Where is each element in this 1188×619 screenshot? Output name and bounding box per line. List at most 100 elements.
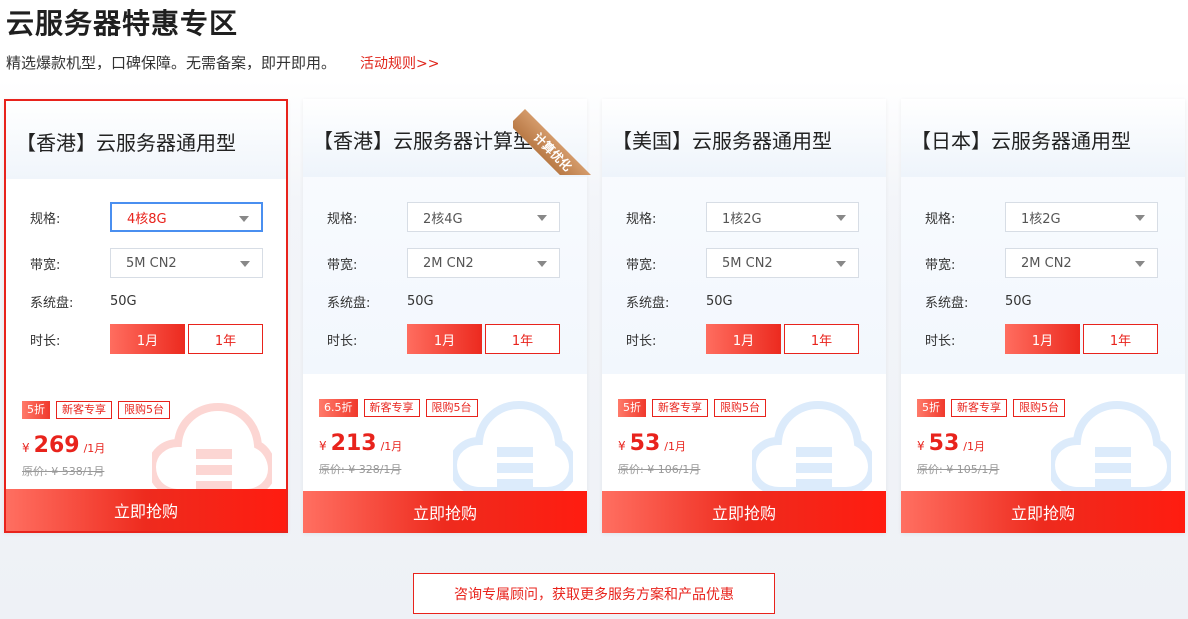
duration-month-button[interactable]: 1月 <box>706 324 781 354</box>
spec-label: 系统盘: <box>327 295 371 311</box>
duration-year-button[interactable]: 1年 <box>784 324 859 354</box>
corner-ribbon: 计算优化 <box>513 95 593 175</box>
spec-row-duration: 时长: 1月 1年 <box>30 324 266 354</box>
subtitle-row: 精选爆款机型，口碑保障。无需备案，即开即用。 活动规则>> <box>6 52 439 73</box>
bandwidth-select[interactable]: 2M CN2 <box>407 248 560 278</box>
card-title: 【日本】云服务器通用型 <box>911 129 1131 153</box>
disk-value: 50G <box>706 293 733 309</box>
bandwidth-value: 5M CN2 <box>126 255 177 271</box>
config-select[interactable]: 4核8G <box>110 202 263 232</box>
promo-tags: 5折 新客专享 限购5台 <box>618 399 766 417</box>
spec-row-disk: 系统盘: 50G <box>30 286 266 316</box>
spec-row-config: 规格: 2核4G <box>327 202 563 232</box>
product-card-hk-compute[interactable]: 【香港】云服务器计算型 计算优化 规格: 2核4G 带宽: 2M CN2 系统盘… <box>303 99 593 533</box>
activity-rules-link[interactable]: 活动规则>> <box>360 53 439 73</box>
price-unit: /1月 <box>83 442 106 455</box>
promo-tags: 5折 新客专享 限购5台 <box>22 401 170 419</box>
spec-row-bandwidth: 带宽: 2M CN2 <box>327 248 563 278</box>
buy-now-button[interactable]: 立即抢购 <box>901 491 1185 533</box>
price-unit: /1月 <box>963 440 985 453</box>
chevron-down-icon <box>1135 261 1145 267</box>
price-unit: /1月 <box>664 440 686 453</box>
page-subtitle: 精选爆款机型，口碑保障。无需备案，即开即用。 <box>6 54 337 72</box>
discount-badge: 5折 <box>618 399 646 417</box>
promo-tags: 5折 新客专享 限购5台 <box>917 399 1065 417</box>
spec-row-config: 规格: 1核2G <box>925 202 1161 232</box>
buy-now-button[interactable]: 立即抢购 <box>6 489 286 531</box>
product-card-hk-general[interactable]: 【香港】云服务器通用型 规格: 4核8G 带宽: 5M CN2 系统盘: 50G… <box>4 99 288 533</box>
new-customer-tag: 新客专享 <box>363 399 420 417</box>
price-amount: 53 <box>928 431 960 456</box>
price-row: ¥ 53 /1月 <box>618 431 686 456</box>
duration-month-button[interactable]: 1月 <box>110 324 185 354</box>
duration-month-button[interactable]: 1月 <box>1005 324 1080 354</box>
spec-label: 带宽: <box>327 257 358 273</box>
spec-label: 规格: <box>327 211 358 227</box>
original-price: 原价: ¥ 106/1月 <box>618 463 701 476</box>
buy-now-button[interactable]: 立即抢购 <box>602 491 886 533</box>
duration-year-button[interactable]: 1年 <box>188 324 263 354</box>
spec-label: 带宽: <box>925 257 956 273</box>
price-amount: 269 <box>33 433 80 458</box>
chevron-down-icon <box>537 215 547 221</box>
spec-row-bandwidth: 带宽: 5M CN2 <box>626 248 862 278</box>
spec-row-disk: 系统盘: 50G <box>626 286 862 316</box>
chevron-down-icon <box>240 261 250 267</box>
original-price: 原价: ¥ 105/1月 <box>917 463 1000 476</box>
spec-label: 规格: <box>925 211 956 227</box>
duration-month-button[interactable]: 1月 <box>407 324 482 354</box>
price-row: ¥ 269 /1月 <box>22 433 105 458</box>
chevron-down-icon <box>836 215 846 221</box>
cloud-server-icon <box>1051 400 1171 491</box>
spec-label: 时长: <box>327 333 358 349</box>
config-value: 1核2G <box>722 211 762 227</box>
config-value: 4核8G <box>127 211 167 227</box>
config-select[interactable]: 1核2G <box>1005 202 1158 232</box>
cloud-server-icon <box>453 400 573 491</box>
spec-label: 规格: <box>30 211 61 227</box>
card-header: 【日本】云服务器通用型 <box>901 99 1185 177</box>
config-value: 1核2G <box>1021 211 1061 227</box>
product-card-jp-general[interactable]: 【日本】云服务器通用型 规格: 1核2G 带宽: 2M CN2 系统盘: 50G… <box>901 99 1185 533</box>
original-price: 原价: ¥ 538/1月 <box>22 465 105 478</box>
spec-row-duration: 时长: 1月 1年 <box>925 324 1161 354</box>
price-amount: 53 <box>629 431 661 456</box>
spec-label: 系统盘: <box>925 295 969 311</box>
spec-row-disk: 系统盘: 50G <box>925 286 1161 316</box>
bandwidth-select[interactable]: 2M CN2 <box>1005 248 1158 278</box>
spec-label: 系统盘: <box>626 295 670 311</box>
spec-row-config: 规格: 1核2G <box>626 202 862 232</box>
config-value: 2核4G <box>423 211 463 227</box>
price-row: ¥ 53 /1月 <box>917 431 985 456</box>
card-title: 【美国】云服务器通用型 <box>612 129 832 153</box>
new-customer-tag: 新客专享 <box>56 401 112 419</box>
currency-symbol: ¥ <box>618 439 626 453</box>
duration-year-button[interactable]: 1年 <box>1083 324 1158 354</box>
spec-row-duration: 时长: 1月 1年 <box>626 324 862 354</box>
currency-symbol: ¥ <box>319 439 327 453</box>
spec-row-bandwidth: 带宽: 5M CN2 <box>30 248 266 278</box>
bandwidth-value: 5M CN2 <box>722 255 773 271</box>
bandwidth-value: 2M CN2 <box>423 255 474 271</box>
duration-year-button[interactable]: 1年 <box>485 324 560 354</box>
card-header: 【美国】云服务器通用型 <box>602 99 886 177</box>
bandwidth-select[interactable]: 5M CN2 <box>706 248 859 278</box>
spec-row-config: 规格: 4核8G <box>30 202 266 232</box>
currency-symbol: ¥ <box>22 441 30 455</box>
disk-value: 50G <box>407 293 434 309</box>
discount-badge: 6.5折 <box>319 399 358 417</box>
consult-advisor-button[interactable]: 咨询专属顾问，获取更多服务方案和产品优惠 <box>413 573 775 614</box>
page-title: 云服务器特惠专区 <box>6 7 239 40</box>
price-amount: 213 <box>330 431 377 456</box>
config-select[interactable]: 2核4G <box>407 202 560 232</box>
product-card-us-general[interactable]: 【美国】云服务器通用型 规格: 1核2G 带宽: 5M CN2 系统盘: 50G… <box>602 99 886 533</box>
bandwidth-select[interactable]: 5M CN2 <box>110 248 263 278</box>
discount-badge: 5折 <box>22 401 50 419</box>
buy-now-button[interactable]: 立即抢购 <box>303 491 587 533</box>
card-header: 【香港】云服务器通用型 <box>6 101 286 179</box>
spec-label: 规格: <box>626 211 657 227</box>
spec-label: 时长: <box>30 333 61 349</box>
config-select[interactable]: 1核2G <box>706 202 859 232</box>
spec-label: 带宽: <box>30 257 61 273</box>
chevron-down-icon <box>1135 215 1145 221</box>
